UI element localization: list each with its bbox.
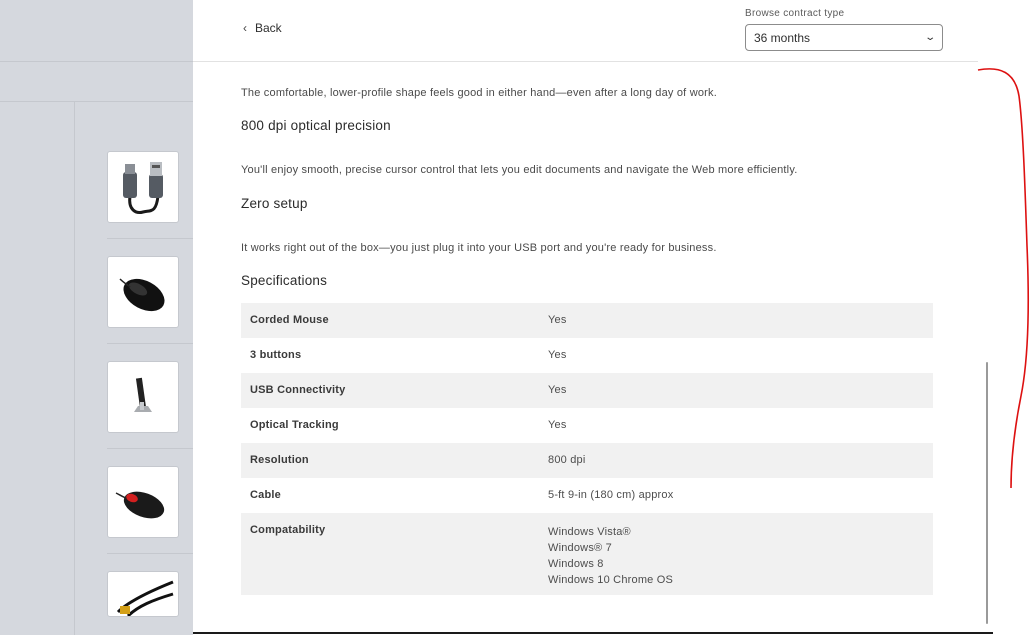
back-button[interactable]: ‹ Back [243,21,282,35]
spec-value: 800 dpi [539,443,933,478]
cable-icon [116,580,174,616]
divider [0,61,193,62]
usb-cable-thumbnail[interactable] [107,151,179,223]
phone-stand-thumbnail[interactable] [107,361,179,433]
contract-type-value: 36 months [754,30,811,45]
section-heading: Zero setup [241,196,308,211]
spec-key: Resolution [241,443,539,478]
divider [0,101,193,102]
spec-value: Windows Vista® Windows® 7 Windows 8 Wind… [539,513,933,595]
mouse-icon [115,491,165,519]
black-mouse-thumbnail[interactable] [107,256,179,328]
spec-value: Yes [548,349,567,361]
table-row: Compatability Windows Vista® Windows® 7 … [241,513,933,595]
stand-icon [134,377,152,412]
hdmi-cable-thumbnail[interactable] [107,571,179,617]
table-row: Resolution 800 dpi [241,443,933,478]
section-text: It works right out of the box—you just p… [241,242,717,254]
table-row: 3 buttons Yes [241,338,933,373]
divider [107,343,193,344]
usb-cable-icon [123,162,163,214]
back-label: Back [255,21,282,35]
header-divider [193,61,978,62]
table-row: Corded Mouse Yes [241,303,933,338]
table-row: USB Connectivity Yes [241,373,933,408]
annotation-bracket-icon [977,68,1029,489]
bottom-border [193,632,993,634]
divider [107,238,193,239]
spec-key: Compatability [241,513,539,595]
chevron-down-icon: ⌄ [923,32,936,43]
spec-value-line: Windows Vista® [548,526,631,538]
spec-value-line: Windows® 7 [548,542,612,554]
chevron-left-icon: ‹ [243,21,247,35]
spec-value: Yes [548,419,567,431]
red-black-mouse-thumbnail[interactable] [107,466,179,538]
spec-key: Corded Mouse [241,303,539,338]
spec-value: Yes [539,373,933,408]
spec-key: USB Connectivity [241,373,539,408]
divider [107,448,193,449]
specifications-table: Corded Mouse Yes 3 buttons Yes USB Conne… [241,303,933,595]
contract-type-label: Browse contract type [745,8,845,19]
contract-type-select[interactable]: 36 months ⌄ [745,24,943,51]
specifications-heading: Specifications [241,273,328,288]
section-heading: 800 dpi optical precision [241,118,391,133]
spec-value: Yes [539,303,933,338]
spec-value-line: Windows 10 Chrome OS [548,574,674,586]
table-row: Cable 5-ft 9-in (180 cm) approx [241,478,933,513]
divider [74,102,75,635]
spec-key: 3 buttons [250,349,302,361]
table-row: Optical Tracking Yes [241,408,933,443]
spec-key: Cable [250,489,281,501]
divider [107,553,193,554]
spec-value: 5-ft 9-in (180 cm) approx [548,489,674,501]
intro-text: The comfortable, lower-profile shape fee… [241,87,717,99]
spec-key: Optical Tracking [250,419,339,431]
spec-value-line: Windows 8 [548,558,604,570]
section-text: You'll enjoy smooth, precise cursor cont… [241,164,798,176]
mouse-icon [119,278,165,312]
